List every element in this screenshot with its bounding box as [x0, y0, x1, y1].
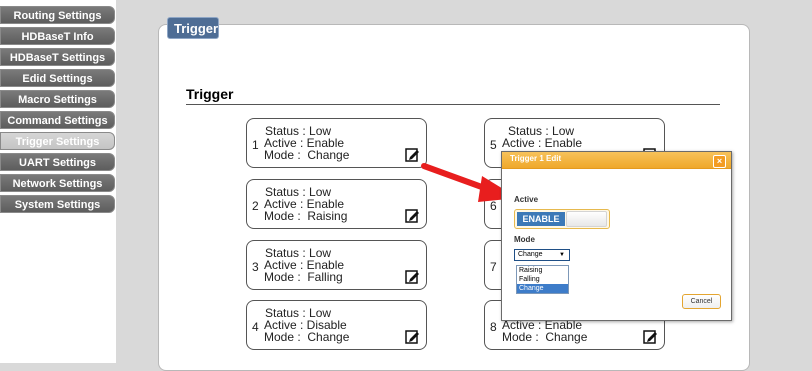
edit-icon[interactable] — [405, 208, 420, 223]
sidebar-item-uart-settings[interactable]: UART Settings — [0, 153, 115, 171]
trigger-number: 7 — [490, 260, 497, 274]
edit-icon[interactable] — [405, 147, 420, 162]
mode-select[interactable]: Change ▼ — [514, 249, 570, 261]
trigger-mode: Mode : Change — [264, 330, 350, 344]
trigger-number: 1 — [252, 138, 259, 152]
active-label: Active — [514, 195, 539, 204]
panel-tab: Trigger — [167, 17, 219, 39]
trigger-active: Active : Enable — [502, 136, 583, 150]
dialog-title: Trigger 1 Edit — [510, 154, 562, 163]
trigger-card-3: 3 Status : Low Active : Enable Mode : Fa… — [246, 240, 427, 290]
sidebar-item-network-settings[interactable]: Network Settings — [0, 174, 115, 192]
section-title: Trigger — [186, 86, 234, 102]
toggle-knob[interactable] — [566, 211, 607, 227]
edit-icon[interactable] — [405, 329, 420, 344]
active-toggle[interactable]: ENABLE — [514, 209, 610, 229]
trigger-card-2: 2 Status : Low Active : Enable Mode : Ra… — [246, 179, 427, 229]
trigger-card-4: 4 Status : Low Active : Disable Mode : C… — [246, 300, 427, 350]
sidebar: Routing Settings HDBaseT Info HDBaseT Se… — [0, 0, 116, 363]
mode-label: Mode — [514, 235, 535, 244]
sidebar-item-routing-settings[interactable]: Routing Settings — [0, 6, 115, 24]
trigger-number: 4 — [252, 320, 259, 334]
edit-icon[interactable] — [405, 269, 420, 284]
mode-select-value: Change — [518, 251, 543, 258]
mode-option-change[interactable]: Change — [517, 284, 568, 293]
trigger-mode: Mode : Raising — [264, 209, 348, 223]
trigger-mode: Mode : Change — [502, 330, 588, 344]
chevron-down-icon: ▼ — [559, 252, 565, 258]
cancel-button[interactable]: Cancel — [682, 294, 721, 309]
mode-option-falling[interactable]: Falling — [517, 275, 568, 284]
trigger-number: 5 — [490, 138, 497, 152]
sidebar-item-command-settings[interactable]: Command Settings — [0, 111, 115, 129]
trigger-number: 8 — [490, 320, 497, 334]
section-divider — [186, 104, 720, 105]
sidebar-item-macro-settings[interactable]: Macro Settings — [0, 90, 115, 108]
sidebar-item-edid-settings[interactable]: Edid Settings — [0, 69, 115, 87]
sidebar-item-system-settings[interactable]: System Settings — [0, 195, 115, 213]
trigger-card-1: 1 Status : Low Active : Enable Mode : Ch… — [246, 118, 427, 168]
trigger-mode: Mode : Falling — [264, 270, 343, 284]
close-icon[interactable]: × — [713, 155, 726, 168]
mode-dropdown-list: Raising Falling Change — [516, 265, 569, 294]
sidebar-item-hdbaset-info[interactable]: HDBaseT Info — [0, 27, 115, 45]
mode-option-raising[interactable]: Raising — [517, 266, 568, 275]
sidebar-item-hdbaset-settings[interactable]: HDBaseT Settings — [0, 48, 115, 66]
trigger-number: 3 — [252, 260, 259, 274]
trigger-edit-dialog: Trigger 1 Edit × Active ENABLE Mode Chan… — [501, 151, 732, 321]
toggle-on-label: ENABLE — [517, 212, 565, 226]
edit-icon[interactable] — [643, 329, 658, 344]
trigger-mode: Mode : Change — [264, 148, 350, 162]
sidebar-item-trigger-settings[interactable]: Trigger Settings — [0, 132, 115, 150]
dialog-titlebar: Trigger 1 Edit × — [502, 152, 731, 169]
trigger-number: 2 — [252, 199, 259, 213]
